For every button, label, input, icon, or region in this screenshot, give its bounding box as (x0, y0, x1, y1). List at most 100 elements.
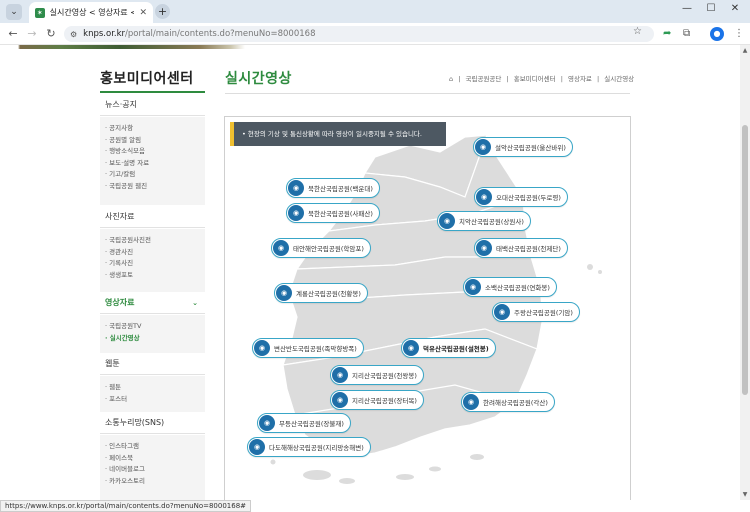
webcam-pin[interactable]: ◉ 한려해상국립공원(각산) (461, 392, 555, 412)
notice-text: 현장의 기상 및 통신상황에 따라 영상이 일시중지될 수 있습니다. (247, 130, 422, 138)
sidebar-link[interactable]: · 기록사진 (100, 258, 205, 270)
sidebar-link[interactable]: · 국립공원 웹진 (100, 181, 205, 193)
webcam-pin[interactable]: ◉ 계룡산국립공원(천황봉) (274, 283, 368, 303)
sidebar-link[interactable]: · 국립공원TV (100, 321, 205, 333)
sidebar-link[interactable]: · 국립공원사진전 (100, 235, 205, 247)
webcam-pin[interactable]: ◉ 무등산국립공원(장불재) (257, 413, 351, 433)
webcam-pin[interactable]: ◉ 치악산국립공원(상원사) (437, 211, 531, 231)
webcam-pin[interactable]: ◉ 소백산국립공원(연화봉) (463, 277, 557, 297)
webcam-pin[interactable]: ◉ 다도해해상국립공원(지리망송해변) (247, 437, 371, 457)
site-favicon-icon: ✶ (35, 7, 45, 18)
webcam-map: • 현장의 기상 및 통신상황에 따라 영상이 일시중지될 수 있습니다. ◉ 설… (224, 116, 631, 500)
webcam-label: 한려해상국립공원(각산) (483, 399, 548, 407)
browser-toolbar: ← → ↻ ⚙ knps.or.kr/portal/main/contents.… (0, 23, 750, 45)
page-title: 실시간영상 (225, 71, 292, 87)
url-host: knps.or.kr (83, 29, 126, 39)
webcam-pin[interactable]: ◉ 태안해안국립공원(학암포) (271, 238, 371, 258)
webcam-pin[interactable]: ◉ 북한산국립공원(백운대) (286, 178, 380, 198)
profile-avatar[interactable]: ● (710, 27, 724, 41)
scroll-up-icon[interactable]: ▲ (740, 47, 750, 54)
sidebar-link[interactable]: · 포스터 (100, 394, 205, 406)
camera-icon: ◉ (332, 392, 348, 408)
maximize-icon[interactable]: ☐ (701, 3, 721, 14)
browser-tabstrip: ⌄ ✶ 실시간영상 < 영상자료 < 홍보미디... ✕ + — ☐ ✕ (0, 0, 750, 23)
webcam-label: 태안해안국립공원(학암포) (293, 245, 364, 253)
scroll-down-icon[interactable]: ▼ (740, 491, 750, 498)
sidebar-section-webtoon[interactable]: 웹툰 (100, 353, 205, 375)
camera-icon: ◉ (259, 415, 275, 431)
sidebar-section-sns[interactable]: 소통누리망(SNS) (100, 412, 205, 434)
sidebar-link[interactable]: · 인스타그램 (100, 441, 205, 453)
webcam-pin[interactable]: ◉ 주왕산국립공원(기암) (492, 302, 580, 322)
url-path: /portal/main/contents.do?menuNo=8000168 (125, 29, 316, 39)
camera-icon: ◉ (249, 439, 265, 455)
webcam-label: 지리산국립공원(장터목) (352, 397, 417, 405)
sidebar-section-news[interactable]: 뉴스·공지 (100, 94, 205, 116)
share-icon[interactable]: ➦ (663, 28, 671, 39)
webcam-pin[interactable]: ◉ 지리산국립공원(장터목) (330, 390, 424, 410)
breadcrumb-separator: | (560, 75, 563, 83)
camera-icon: ◉ (273, 240, 289, 256)
browser-tab[interactable]: ✶ 실시간영상 < 영상자료 < 홍보미디... ✕ (29, 2, 153, 23)
home-icon[interactable]: ⌂ (449, 75, 453, 83)
extensions-icon[interactable]: ⧉ (683, 28, 690, 39)
sidebar-link[interactable]: · 페이스북 (100, 453, 205, 465)
webcam-pin[interactable]: ◉ 설악산국립공원(울산바위) (473, 137, 573, 157)
sidebar-link[interactable]: · 네이버블로그 (100, 464, 205, 476)
sidebar-link[interactable]: · 웹툰 (100, 382, 205, 394)
webcam-label: 무등산국립공원(장불재) (279, 420, 344, 428)
sidebar-title-rule (100, 91, 205, 93)
camera-icon: ◉ (288, 180, 304, 196)
menu-kebab-icon[interactable]: ⋮ (734, 28, 744, 39)
sidebar-sns-links: · 인스타그램 · 페이스북 · 네이버블로그 · 카카오스토리 (100, 435, 205, 500)
webcam-pin[interactable]: ◉ 덕유산국립공원(설천봉) (401, 338, 496, 358)
breadcrumb: ⌂ | 국립공원공단 | 홍보미디어센터 | 영상자료 | 실시간영상 (449, 73, 637, 83)
page-scrollbar[interactable]: ▲ ▼ (740, 45, 750, 500)
sidebar-link[interactable]: · 공지사항 (100, 123, 205, 135)
window-close-icon[interactable]: ✕ (725, 3, 745, 14)
sidebar-link-current[interactable]: · 실시간영상 (100, 333, 205, 345)
minimize-icon[interactable]: — (677, 3, 697, 14)
camera-icon: ◉ (276, 285, 292, 301)
sidebar-link[interactable]: · 행방소식모음 (100, 146, 205, 158)
close-icon[interactable]: ✕ (139, 8, 147, 18)
forward-icon[interactable]: → (25, 27, 39, 40)
webcam-pin[interactable]: ◉ 북한산국립공원(사패산) (286, 203, 380, 223)
webcam-label: 계룡산국립공원(천황봉) (296, 290, 361, 298)
camera-icon: ◉ (476, 189, 492, 205)
camera-icon: ◉ (439, 213, 455, 229)
tab-search-icon[interactable]: ⌄ (6, 4, 22, 20)
camera-icon: ◉ (476, 240, 492, 256)
webcam-label: 변산반도국립공원(족막향방폭) (274, 345, 357, 353)
reload-icon[interactable]: ↻ (44, 27, 58, 40)
breadcrumb-separator: | (458, 75, 461, 83)
sidebar-section-photos[interactable]: 사진자료 (100, 206, 205, 228)
webcam-pin[interactable]: ◉ 오대산국립공원(두로령) (474, 187, 568, 207)
sidebar-link[interactable]: · 생생포토 (100, 270, 205, 282)
sidebar-link[interactable]: · 경관사진 (100, 247, 205, 259)
webcam-label: 치악산국립공원(상원사) (459, 218, 524, 226)
breadcrumb-item: 실시간영상 (604, 75, 635, 83)
camera-icon: ◉ (465, 279, 481, 295)
camera-icon: ◉ (494, 304, 510, 320)
webcam-pin[interactable]: ◉ 태백산국립공원(천제단) (474, 238, 568, 258)
camera-icon: ◉ (288, 205, 304, 221)
site-info-icon[interactable]: ⚙ (70, 30, 77, 39)
scrollbar-thumb[interactable] (742, 125, 748, 395)
chevron-down-icon: ⌄ (192, 299, 198, 307)
webcam-label: 다도해해상국립공원(지리망송해변) (269, 444, 364, 452)
sidebar-section-video[interactable]: 영상자료 ⌄ (100, 292, 205, 314)
sidebar-link[interactable]: · 공원별 알림 (100, 135, 205, 147)
sidebar-link[interactable]: · 기고/칼럼 (100, 169, 205, 181)
new-tab-button[interactable]: + (155, 4, 170, 19)
address-bar[interactable]: ⚙ knps.or.kr/portal/main/contents.do?men… (64, 26, 654, 42)
breadcrumb-item[interactable]: 홍보미디어센터 (514, 75, 556, 83)
sidebar-link[interactable]: · 보도·설명 자료 (100, 158, 205, 170)
webcam-pin[interactable]: ◉ 변산반도국립공원(족막향방폭) (252, 338, 364, 358)
breadcrumb-item[interactable]: 영상자료 (568, 75, 592, 83)
bookmark-star-icon[interactable]: ☆ (633, 26, 642, 37)
back-icon[interactable]: ← (6, 27, 20, 40)
webcam-pin[interactable]: ◉ 지리산국립공원(천왕봉) (330, 365, 424, 385)
sidebar-link[interactable]: · 카카오스토리 (100, 476, 205, 488)
breadcrumb-item[interactable]: 국립공원공단 (466, 75, 502, 83)
